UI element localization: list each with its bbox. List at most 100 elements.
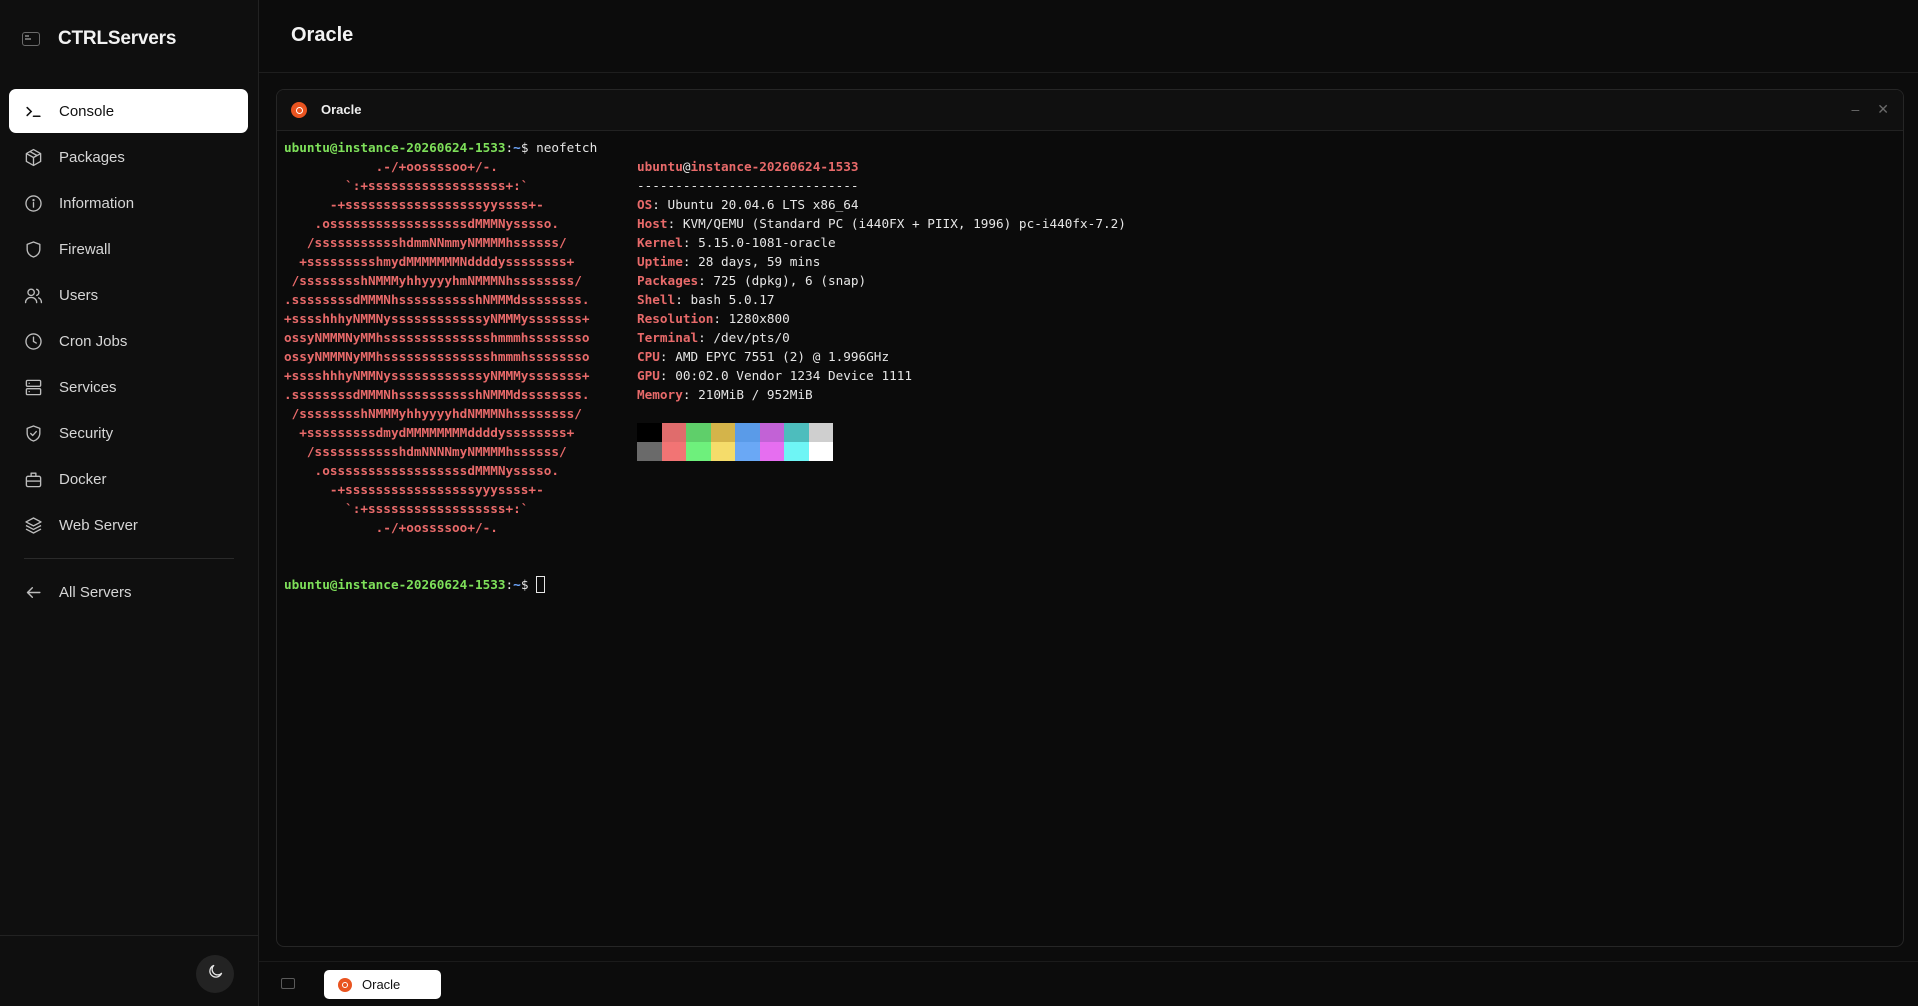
info-host: instance-20260624-1533 (690, 159, 859, 174)
layers-icon (23, 515, 43, 535)
sidebar-item-label: Cron Jobs (59, 332, 128, 350)
sidebar-item-web-server[interactable]: Web Server (9, 503, 248, 547)
palette-swatch (637, 442, 662, 461)
sidebar-item-docker[interactable]: Docker (9, 457, 248, 501)
prompt-symbol: $ (520, 577, 529, 592)
info-row: OS: Ubuntu 20.04.6 LTS x86_64 (637, 195, 1126, 214)
sidebar-footer (0, 935, 258, 1006)
sidebar-item-label: Docker (59, 470, 107, 488)
info-key: Kernel (637, 235, 683, 250)
palette-swatch (784, 442, 809, 461)
sidebar-item-label: Web Server (59, 516, 138, 534)
theme-toggle-button[interactable] (196, 955, 234, 993)
palette-swatch (710, 442, 735, 461)
info-row: Memory: 210MiB / 952MiB (637, 385, 1126, 404)
sidebar-item-all-servers[interactable]: All Servers (9, 570, 248, 614)
window-controls: – ✕ (1851, 101, 1889, 118)
terminal-window[interactable]: Oracle – ✕ ubuntu@instance-20260624-1533… (276, 89, 1904, 947)
brand[interactable]: CTRLServers (22, 26, 176, 52)
palette-swatch (686, 442, 711, 461)
arrow-left-icon (23, 582, 43, 602)
terminal-output[interactable]: ubuntu@instance-20260624-1533:~$ neofetc… (284, 138, 1893, 936)
terminal-titlebar: Oracle – ✕ (277, 90, 1903, 131)
sidebar-toggle-icon[interactable] (281, 978, 295, 989)
color-palette (637, 423, 833, 461)
prompt-symbol: $ (520, 140, 529, 155)
active-prompt-line[interactable]: ubuntu@instance-20260624-1533:~$ (284, 575, 546, 594)
clock-icon (23, 331, 43, 351)
info-row: Terminal: /dev/pts/0 (637, 328, 1126, 347)
all-servers-link[interactable]: All Servers (9, 570, 248, 616)
sidebar-item-packages[interactable]: Packages (9, 135, 248, 179)
info-value: : 00:02.0 Vendor 1234 Device 1111 (659, 368, 912, 383)
sidebar-item-label: Firewall (59, 240, 111, 258)
info-value: : 5.15.0-1081-oracle (682, 235, 836, 250)
ascii-line: +sssshhhyNMMNyssssssssssssyNMMMysssssss+ (284, 368, 590, 383)
palette-swatch (735, 423, 760, 442)
ascii-line: `:+ssssssssssssssssss+:` (284, 178, 529, 193)
info-key: Host (637, 216, 668, 231)
info-value: : AMD EPYC 7551 (2) @ 1.996GHz (659, 349, 890, 364)
info-key: Memory (637, 387, 683, 402)
page-header: Oracle (259, 0, 1918, 73)
app-logo-icon (22, 32, 40, 46)
sidebar-item-users[interactable]: Users (9, 273, 248, 317)
ascii-line: /sssssssshNMMMyhhyyyyhdNMMMNhssssssss/ (284, 406, 582, 421)
sidebar-item-label: Security (59, 424, 114, 442)
info-row: CPU: AMD EPYC 7551 (2) @ 1.996GHz (637, 347, 1126, 366)
ascii-line: +ssssssssshmydMMMMMMMNddddyssssssss+ (284, 254, 575, 269)
command-line: ubuntu@instance-20260624-1533:~$ neofetc… (284, 138, 1893, 157)
sidebar-item-console[interactable]: Console (9, 89, 248, 133)
prompt-path: ~ (513, 140, 521, 155)
sidebar-item-security[interactable]: Security (9, 411, 248, 455)
terminal-title: Oracle (321, 102, 362, 117)
session-tab-oracle[interactable]: Oracle (324, 970, 441, 999)
prompt-user: ubuntu@instance-20260624-1533 (284, 577, 506, 592)
info-value: : Ubuntu 20.04.6 LTS x86_64 (652, 197, 859, 212)
info-key: CPU (637, 349, 660, 364)
minimize-icon[interactable]: – (1851, 101, 1859, 118)
sidebar-item-label: Information (59, 194, 135, 212)
info-row: Shell: bash 5.0.17 (637, 290, 1126, 309)
docker-icon (23, 469, 43, 489)
info-value: : 28 days, 59 mins (682, 254, 821, 269)
shield-check-icon (23, 423, 43, 443)
ubuntu-icon (291, 102, 307, 118)
palette-swatch (808, 442, 833, 461)
close-icon[interactable]: ✕ (1877, 101, 1889, 118)
info-key: GPU (637, 368, 660, 383)
page-title: Oracle (291, 24, 354, 46)
ascii-line: .ossssssssssssssssssdMMMNysssso. (284, 463, 559, 478)
info-key: Packages (637, 273, 699, 288)
terminal-cursor (536, 576, 546, 593)
sidebar-item-label: All Servers (59, 583, 132, 601)
sidebar-item-services[interactable]: Services (9, 365, 248, 409)
sidebar-item-firewall[interactable]: Firewall (9, 227, 248, 271)
palette-swatch (686, 423, 711, 442)
ascii-line: .-/+oossssoo+/-. (284, 159, 498, 174)
info-row: Packages: 725 (dpkg), 6 (snap) (637, 271, 1126, 290)
sidebar-item-cron-jobs[interactable]: Cron Jobs (9, 319, 248, 363)
ascii-line: .ssssssssdMMMNhsssssssssshNMMMdssssssss. (284, 292, 590, 307)
ascii-line: ossyNMMMNyMMhsssssssssssssshmmmhssssssso (284, 349, 590, 364)
info-value: : bash 5.0.17 (675, 292, 775, 307)
info-value: : /dev/pts/0 (698, 330, 790, 345)
info-icon (23, 193, 43, 213)
moon-icon (207, 963, 224, 985)
ascii-line: +sssssssssdmydMMMMMMMMddddyssssssss+ (284, 425, 575, 440)
ascii-line: `:+ssssssssssssssssss+:` (284, 501, 529, 516)
info-value: : KVM/QEMU (Standard PC (i440FX + PIIX, … (667, 216, 1126, 231)
ascii-line: -+ssssssssssssssssssyyssss+- (284, 197, 544, 212)
session-tab-label: Oracle (362, 977, 401, 992)
sidebar-item-information[interactable]: Information (9, 181, 248, 225)
ascii-line: /sssssssshNMMMyhhyyyyhmNMMMNhssssssss/ (284, 273, 582, 288)
info-value: : 1280x800 (713, 311, 790, 326)
info-key: Resolution (637, 311, 714, 326)
prompt-path: ~ (513, 577, 521, 592)
info-value: : 210MiB / 952MiB (682, 387, 813, 402)
ascii-line: .-/+oossssoo+/-. (284, 520, 498, 535)
sidebar-item-label: Console (59, 102, 115, 120)
info-key: Uptime (637, 254, 683, 269)
palette-row (637, 442, 833, 461)
users-icon (23, 285, 43, 305)
